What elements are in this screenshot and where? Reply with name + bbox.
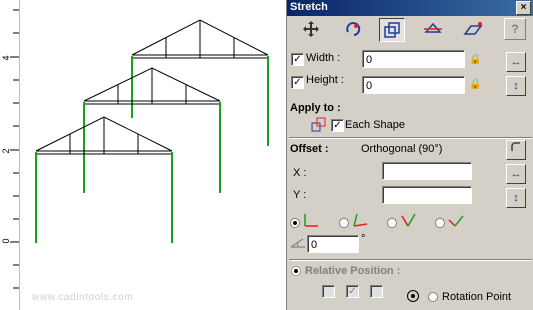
x-field[interactable] [382, 162, 472, 180]
stretch-icon[interactable] [379, 18, 405, 42]
height-label: Height : [306, 74, 344, 86]
rotate-icon[interactable] [341, 18, 365, 40]
width-label: Width : [306, 52, 341, 64]
separator [289, 259, 532, 261]
axis-icon [401, 213, 416, 227]
axis-radio-1[interactable] [290, 218, 300, 228]
rotation-point-label: Rotation Point [442, 291, 512, 303]
axis-icon [448, 215, 464, 227]
cad-canvas[interactable]: 4 2 0 www.cadintools.com [0, 0, 286, 310]
axis-icon [353, 213, 368, 227]
separator [289, 137, 532, 139]
slant-icon[interactable] [461, 18, 485, 40]
target-icon [407, 290, 419, 302]
x-label: X : [293, 167, 307, 179]
axis-icon [304, 214, 318, 227]
angle-icon [289, 237, 307, 252]
lock-icon[interactable]: 🔒 [469, 54, 481, 65]
mirror-icon[interactable] [421, 18, 445, 40]
title-bar[interactable]: Stretch × [287, 0, 533, 16]
offset-label: Offset : [290, 143, 329, 155]
each-shape-icon [311, 117, 327, 136]
lock-icon[interactable]: 🔒 [469, 79, 481, 90]
drawing-area [10, 9, 269, 289]
relpos-checkbox-3[interactable] [370, 285, 383, 298]
stretch-dialog: Stretch × ? ✓ Width : 0 🔒 ↔ ✓ Height : 0… [286, 0, 533, 310]
dialog-title: Stretch [290, 1, 328, 13]
y-field[interactable] [382, 186, 472, 204]
width-checkbox[interactable]: ✓ [291, 53, 304, 66]
width-arrows-button[interactable]: ↔ [506, 52, 526, 72]
angle-field[interactable]: 0 [307, 235, 359, 253]
rotation-point-radio[interactable] [428, 292, 438, 302]
relpos-checkbox-2[interactable]: ✓ [346, 285, 359, 298]
axis-radio-2[interactable] [339, 218, 349, 228]
x-arrows-button[interactable]: ↔ [506, 164, 526, 184]
angle-unit: ° [361, 233, 366, 245]
move-icon[interactable] [299, 18, 323, 40]
y-label: Y : [293, 189, 307, 201]
relative-position-radio[interactable] [291, 266, 301, 276]
close-button[interactable]: × [516, 1, 531, 15]
width-field[interactable]: 0 [362, 50, 465, 68]
axis-radio-3[interactable] [387, 218, 397, 228]
y-arrows-button[interactable]: ↕ [506, 188, 526, 208]
height-checkbox[interactable]: ✓ [291, 76, 304, 89]
each-shape-checkbox[interactable]: ✓ [331, 119, 344, 132]
height-field[interactable]: 0 [362, 76, 465, 94]
truss-frame-front [35, 116, 173, 243]
offset-mode-button[interactable] [506, 140, 526, 160]
watermark: www.cadintools.com [32, 292, 134, 303]
relative-position-label: Relative Position : [305, 265, 401, 277]
axis-radio-4[interactable] [435, 218, 445, 228]
apply-to-label: Apply to : [290, 102, 341, 114]
relpos-checkbox-1[interactable] [322, 285, 335, 298]
offset-mode: Orthogonal (90°) [361, 143, 443, 155]
each-shape-label: Each Shape [345, 119, 405, 131]
height-arrows-button[interactable]: ↕ [506, 76, 526, 96]
help-button[interactable]: ? [504, 18, 526, 40]
